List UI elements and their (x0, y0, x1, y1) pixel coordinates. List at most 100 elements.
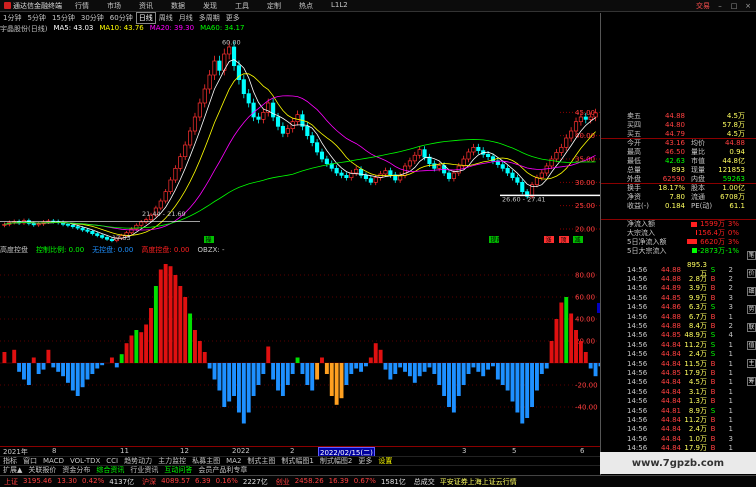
period-9[interactable]: 更多 (223, 13, 243, 23)
candle (412, 154, 417, 162)
vol-bar (217, 363, 222, 391)
extension-tab-5[interactable]: 互动问答 (161, 465, 195, 475)
menu-item-4[interactable]: 发现 (194, 1, 226, 11)
period-8[interactable]: 多周期 (196, 13, 223, 23)
vol-bar (398, 363, 403, 368)
extension-tab-3[interactable]: 综合资讯 (93, 465, 127, 475)
tick-row[interactable]: 14:56 44.84 11.2万 S 1 (627, 340, 756, 349)
tick-count: 3 (728, 434, 733, 443)
vol-bar (559, 302, 564, 363)
vol-bar (344, 363, 349, 385)
tick-row[interactable]: 14:56 44.85 48.9万 S 4 (627, 331, 756, 340)
close-icon[interactable]: × (744, 2, 752, 10)
tick-direction: B (710, 368, 716, 377)
vol-axis-label: -20.00 (575, 382, 598, 390)
period-6[interactable]: 周线 (156, 13, 176, 23)
extension-tab-2[interactable]: 资金分布 (59, 465, 93, 475)
extension-tab-1[interactable]: 关联报价 (25, 465, 59, 475)
extension-tab-0[interactable]: 扩展▲ (0, 465, 25, 475)
status-sh-change: 13.30 (56, 476, 77, 485)
flow-bar (690, 221, 697, 227)
tick-row[interactable]: 14:56 44.81 8.9万 S 1 (627, 406, 756, 415)
tick-row[interactable]: 14:56 44.85 17.9万 B 1 (627, 368, 756, 377)
tick-row[interactable]: 14:56 44.84 1.3万 B 1 (627, 396, 756, 405)
candle (202, 88, 207, 104)
candle (100, 235, 105, 238)
period-1[interactable]: 5分钟 (24, 13, 48, 23)
side-tab-3[interactable]: 势 (747, 305, 756, 314)
tick-row[interactable]: 14:56 44.89 3.9万 B 2 (627, 284, 756, 293)
status-cy-label[interactable]: 创业 (276, 477, 290, 487)
minimize-icon[interactable]: – (716, 2, 724, 10)
tick-row[interactable]: 14:56 44.88 2.8万 B 2 (627, 274, 756, 283)
tick-row[interactable]: 14:56 44.88 895.3万 S 2 (627, 261, 756, 278)
vol-bar (183, 297, 188, 363)
quote-value-2: 0.94 (729, 147, 745, 156)
menu-item-6[interactable]: 定制 (258, 1, 290, 11)
signal-left: 操 (206, 236, 212, 244)
status-ticker[interactable]: 平安证券上海上证云行情 (440, 477, 517, 487)
indicator-title[interactable]: 高度控盘 (0, 245, 28, 255)
vol-bar (114, 363, 119, 368)
vol-bar (593, 363, 598, 377)
period-2[interactable]: 15分钟 (49, 13, 78, 23)
vol-bar (256, 363, 261, 385)
tick-row[interactable]: 14:56 44.84 3.1万 B 1 (627, 387, 756, 396)
candle (173, 167, 178, 181)
indicator-tab-4[interactable]: CCI (103, 457, 121, 465)
candle (471, 146, 476, 153)
period-5[interactable]: 日线 (135, 12, 156, 24)
status-sh-label[interactable]: 上证 (4, 477, 18, 487)
tick-row[interactable]: 14:56 44.84 4.5万 B 1 (627, 378, 756, 387)
indicator-tab-8[interactable]: MA2 (223, 457, 244, 465)
chart-area[interactable]: 45.0040.0035.0030.0025.0020.0060.0017.33… (0, 33, 600, 446)
tick-time: 14:56 (627, 378, 648, 387)
menu-item-7[interactable]: 热点 (290, 1, 322, 11)
side-tab-4[interactable]: 联 (747, 323, 756, 332)
side-tab-0[interactable]: 笔 (747, 251, 756, 260)
menu-item-2[interactable]: 资讯 (130, 1, 162, 11)
tick-row[interactable]: 14:56 44.88 6.7万 B 1 (627, 312, 756, 321)
side-tab-6[interactable]: 主 (747, 359, 756, 368)
candle (593, 112, 598, 118)
period-4[interactable]: 60分钟 (107, 13, 136, 23)
tick-count: 3 (728, 293, 733, 302)
tick-row[interactable]: 14:56 44.85 9.9万 B 3 (627, 293, 756, 302)
period-0[interactable]: 1分钟 (0, 13, 24, 23)
side-tab-2[interactable]: 细 (747, 287, 756, 296)
menu-item-8[interactable]: L1L2 (322, 1, 357, 11)
side-tab-7[interactable]: 筹 (747, 377, 756, 386)
tick-count: 4 (728, 331, 733, 340)
status-sz-label[interactable]: 沪深 (142, 477, 156, 487)
tick-row[interactable]: 14:56 44.84 2.4万 S 1 (627, 350, 756, 359)
extension-tab-6[interactable]: 会员产品利专章 (195, 465, 250, 475)
indicator-tab-2[interactable]: MACD (40, 457, 67, 465)
period-3[interactable]: 30分钟 (78, 13, 107, 23)
tick-row[interactable]: 14:56 44.88 8.4万 B 2 (627, 321, 756, 330)
tick-row[interactable]: 14:56 44.84 2.4万 B 1 (627, 425, 756, 434)
candle (417, 149, 422, 156)
flow-bar (696, 230, 697, 235)
side-tab-1[interactable]: 价 (747, 269, 756, 278)
menu-item-1[interactable]: 市场 (98, 1, 130, 11)
extension-tab-4[interactable]: 行业资讯 (127, 465, 161, 475)
candle (573, 121, 579, 132)
menu-item-0[interactable]: 行情 (66, 1, 98, 11)
candle (451, 172, 456, 179)
trade-button[interactable]: 交易 (696, 1, 710, 11)
tick-list[interactable]: 14:56 44.88 895.3万 S 2 14:56 44.88 2.8万 B 2 14:56 4… (627, 261, 756, 462)
vol-bar (56, 363, 61, 372)
maximize-icon[interactable]: □ (730, 2, 738, 10)
indicator-tab-3[interactable]: VOL-TDX (67, 457, 103, 465)
period-7[interactable]: 月线 (176, 13, 196, 23)
menu-item-5[interactable]: 工具 (226, 1, 258, 11)
menu-item-3[interactable]: 数据 (162, 1, 194, 11)
vol-bar (447, 363, 451, 407)
tick-row[interactable]: 14:56 44.84 1.0万 B 3 (627, 434, 756, 443)
tick-row[interactable]: 14:56 44.84 11.5万 B 1 (627, 359, 756, 368)
tick-row[interactable]: 14:56 44.84 11.2万 B 1 (627, 415, 756, 424)
vol-bar (17, 363, 22, 372)
side-tab-5[interactable]: 值 (747, 341, 756, 350)
vol-bar (12, 349, 17, 363)
tick-row[interactable]: 14:56 44.86 6.3万 S 3 (627, 303, 756, 312)
